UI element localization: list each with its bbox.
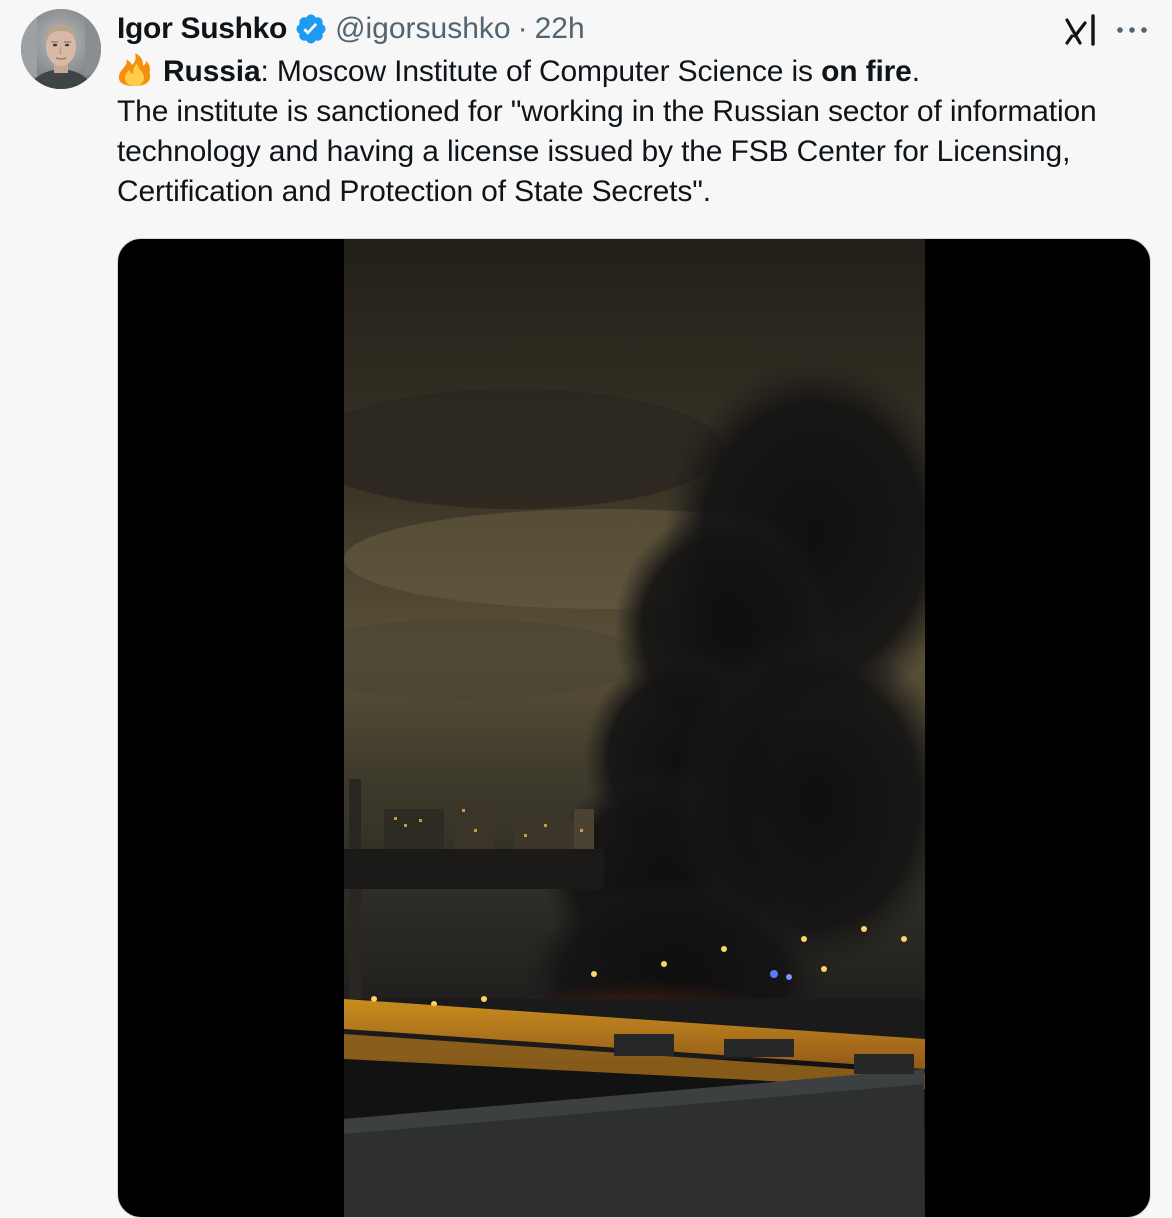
grok-icon[interactable] bbox=[1062, 11, 1100, 49]
location-bold: Russia bbox=[163, 55, 261, 88]
avatar-photo-icon bbox=[21, 9, 101, 89]
more-dots-icon[interactable] bbox=[1112, 11, 1152, 49]
display-name[interactable]: Igor Sushko bbox=[117, 8, 287, 50]
tweet-text-line-2: The institute is sanctioned for "working… bbox=[117, 95, 1097, 128]
timestamp[interactable]: 22h bbox=[535, 8, 585, 50]
avatar[interactable] bbox=[21, 9, 101, 89]
tweet-media-video[interactable] bbox=[117, 238, 1151, 1218]
tweet-text-line-4: Certification and Protection of State Se… bbox=[117, 175, 711, 208]
line1-end: . bbox=[911, 55, 920, 88]
tweet-header: Igor Sushko @igorsushko · 22h bbox=[117, 8, 585, 50]
line1-rest: : Moscow Institute of Computer Science i… bbox=[260, 55, 822, 88]
on-fire-bold: on fire bbox=[821, 55, 912, 88]
video-thumbnail[interactable] bbox=[344, 239, 925, 1218]
author-handle[interactable]: @igorsushko bbox=[335, 8, 511, 50]
fire-emoji-icon bbox=[118, 52, 151, 86]
tweet-text: Russia: Moscow Institute of Computer Sci… bbox=[117, 52, 1167, 212]
tweet-text-line-3: technology and having a license issued b… bbox=[117, 135, 1071, 168]
tweet[interactable]: Igor Sushko @igorsushko · 22h Russia: Mo… bbox=[0, 0, 1172, 1218]
separator-dot: · bbox=[517, 12, 528, 45]
tweet-text-line-1: Russia: Moscow Institute of Computer Sci… bbox=[117, 52, 1167, 92]
verified-badge-icon[interactable] bbox=[294, 12, 328, 46]
